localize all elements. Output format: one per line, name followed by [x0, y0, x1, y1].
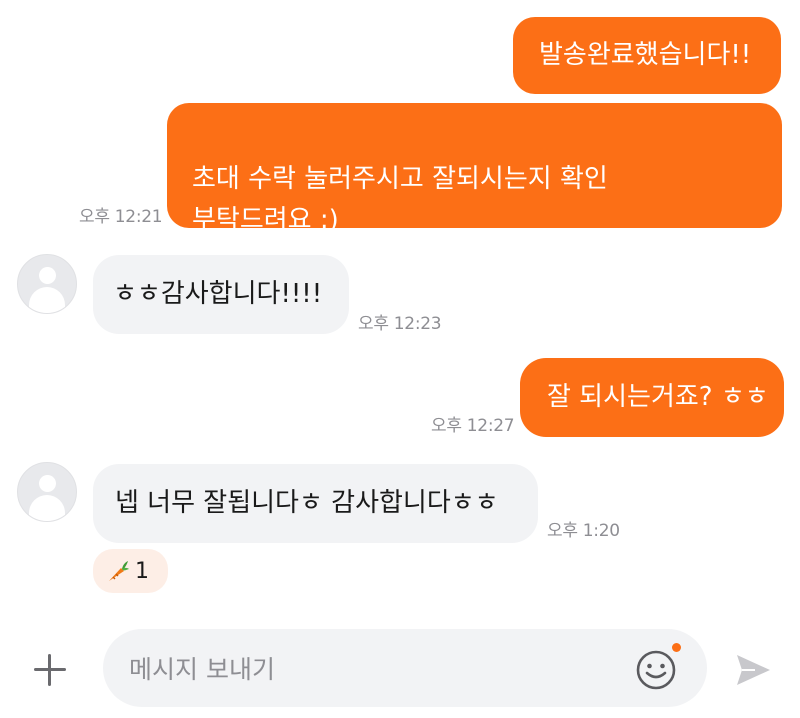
user-avatar[interactable]: [17, 462, 77, 522]
message-text: 넵 너무 잘됩니다ㅎ 감사합니다ㅎㅎ: [115, 487, 499, 518]
message-text: 잘 되시는거죠? ㅎㅎ: [547, 381, 769, 412]
plus-icon[interactable]: [30, 650, 70, 690]
message-timestamp: 오후 12:27: [431, 416, 515, 436]
message-text: 발송완료했습니다!!: [539, 39, 752, 70]
incoming-message-bubble[interactable]: 넵 너무 잘됩니다ㅎ 감사합니다ㅎㅎ: [93, 464, 538, 543]
notification-dot: [672, 643, 681, 652]
user-avatar[interactable]: [17, 254, 77, 314]
message-text: 초대 수락 눌러주시고 잘되시는지 확인 부탁드려요 :): [192, 163, 608, 236]
message-text: ㅎㅎ감사합니다!!!!: [113, 278, 323, 309]
chat-message-list[interactable]: 발송완료했습니다!! 초대 수락 눌러주시고 잘되시는지 확인 부탁드려요 :)…: [0, 0, 800, 620]
outgoing-message-bubble[interactable]: 초대 수락 눌러주시고 잘되시는지 확인 부탁드려요 :): [167, 103, 782, 235]
smiley-icon[interactable]: [634, 648, 678, 692]
outgoing-message-bubble[interactable]: 잘 되시는거죠? ㅎㅎ: [520, 358, 784, 437]
message-input[interactable]: [127, 629, 621, 709]
plus-icon-bar: [48, 654, 51, 686]
avatar-body-shape: [29, 495, 65, 521]
outgoing-message-bubble[interactable]: 발송완료했습니다!!: [513, 17, 781, 94]
paper-plane-icon[interactable]: [733, 650, 773, 690]
incoming-message-bubble[interactable]: ㅎㅎ감사합니다!!!!: [93, 255, 349, 334]
avatar-body-shape: [29, 287, 65, 313]
avatar-head-shape: [39, 475, 56, 492]
message-timestamp: 오후 1:20: [547, 521, 620, 541]
message-reaction[interactable]: 1: [93, 549, 168, 593]
message-timestamp: 오후 12:21: [79, 207, 163, 227]
reaction-count: 1: [135, 558, 149, 584]
carrot-icon: [109, 561, 129, 581]
avatar-head-shape: [39, 267, 56, 284]
message-timestamp: 오후 12:23: [358, 314, 442, 334]
message-input-container: [103, 629, 707, 709]
message-composer: [0, 620, 800, 718]
